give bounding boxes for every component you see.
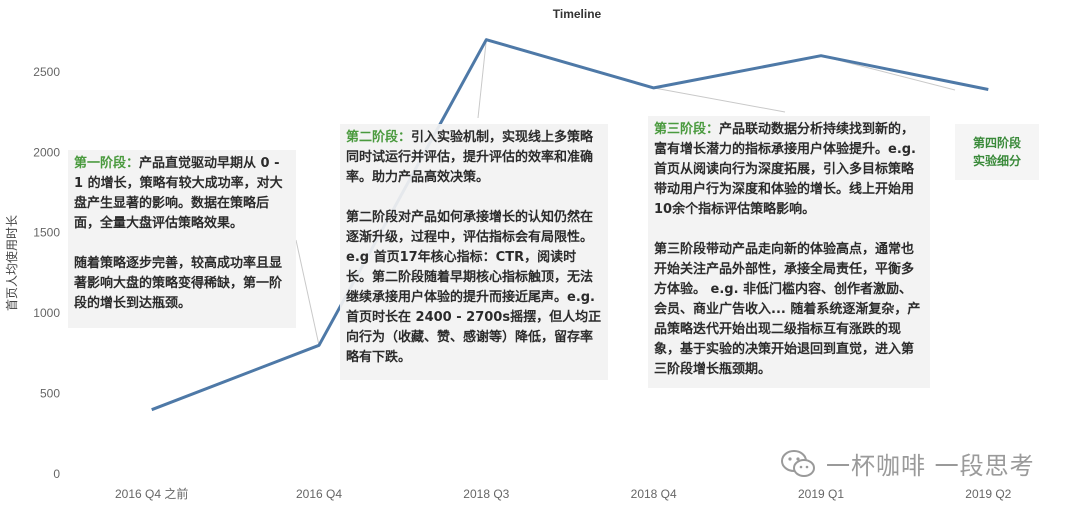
x-tick-label: 2016 Q4 之前 [115,486,188,501]
annotation-stage-2: 第二阶段：引入实验机制，实现线上多策略同时试运行并评估，提升评估的效率和准确率。… [340,124,608,380]
y-tick-label: 2000 [33,145,60,159]
y-axis-label: 首页人均使用时长 [4,215,19,311]
annotation-leader-line [653,87,786,113]
annotation-stage-4: 第四阶段 实验细分 [955,124,1039,180]
stage-2-label: 第二阶段： [346,130,412,145]
stage-1-label: 第一阶段： [74,156,140,171]
watermark: 一杯咖啡 一段思考 [780,446,1035,481]
annotation-leader-line [295,239,320,346]
stage-4-line-2: 实验细分 [972,154,1021,168]
x-axis: 2016 Q4 之前 2016 Q4 2018 Q3 2018 Q4 2019 Q1 20… [115,486,1012,501]
x-tick-label: 2018 Q3 [463,487,509,501]
x-tick-label: 2018 Q4 [631,487,677,501]
x-tick-label: 2019 Q1 [798,487,844,501]
x-tick-label: 2019 Q2 [965,487,1011,501]
y-tick-label: 0 [53,467,60,481]
annotation-stage-3: 第三阶段：产品联动数据分析持续找到新的，富有增长潜力的指标承接用户体验提升。e.… [648,116,930,388]
wechat-icon [781,449,815,477]
y-tick-label: 500 [40,387,60,401]
stage-2-text-2: 第二阶段对产品如何承接增长的认知仍然在逐渐升级，过程中，评估指标会有局限性。e.… [346,210,602,365]
y-tick-label: 2500 [33,65,60,79]
chart-title: Timeline [553,7,602,21]
stage-3-text-2: 第三阶段带动产品走向新的体验高点，通常也开始关注产品外部性，承接全局责任，平衡多… [654,242,921,377]
annotation-stage-1: 第一阶段：产品直觉驱动早期从 0 - 1 的增长，策略有较大成功率，对大盘产生显… [68,150,296,328]
stage-3-label: 第三阶段： [654,122,720,137]
x-tick-label: 2016 Q4 [296,487,342,501]
stage-4-line-1: 第四阶段 [972,136,1021,150]
y-tick-label: 1500 [33,226,60,240]
y-tick-label: 1000 [33,306,60,320]
watermark-text: 一杯咖啡 一段思考 [826,452,1035,480]
stage-1-text-2: 随着策略逐步完善，较高成功率且显著影响大盘的策略变得稀缺，第一阶段的增长到达瓶颈… [74,256,283,311]
y-axis: 0 500 1000 1500 2000 2500 [33,65,60,481]
